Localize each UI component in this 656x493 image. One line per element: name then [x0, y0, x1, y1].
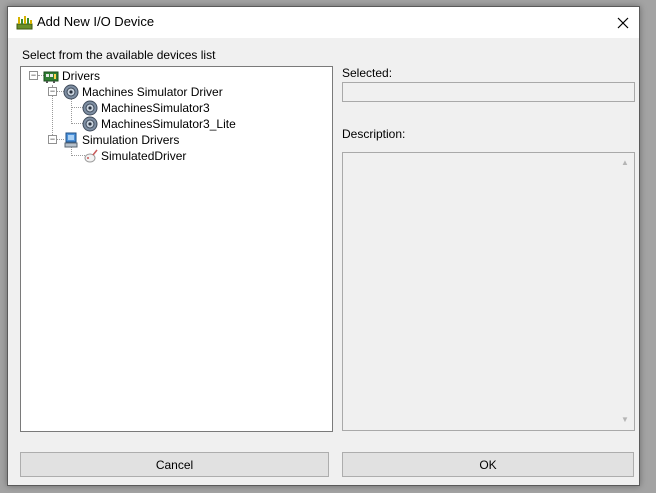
description-label: Description:	[342, 127, 406, 141]
tree-node-label: MachinesSimulator3_Lite	[101, 117, 236, 131]
tree-node-label: Simulation Drivers	[82, 133, 180, 147]
selected-label: Selected:	[342, 66, 393, 80]
close-button[interactable]	[606, 7, 639, 38]
tree-node-simulation-drivers[interactable]: Simulation Drivers	[63, 132, 179, 148]
gear-icon	[82, 100, 98, 116]
tree-node-label: Machines Simulator Driver	[82, 85, 223, 99]
expander-drivers[interactable]: −	[29, 71, 38, 80]
plug-icon	[84, 149, 98, 163]
selected-field	[342, 82, 635, 102]
tree-node-label: MachinesSimulator3	[101, 101, 210, 115]
description-field[interactable]: ▲ ▼	[342, 152, 635, 431]
expander-machines-simulator-driver[interactable]: −	[48, 87, 57, 96]
tree-node-label: SimulatedDriver	[101, 149, 187, 163]
gear-icon	[82, 116, 98, 132]
gear-icon	[63, 84, 79, 100]
add-io-device-dialog: Add New I/O Device Select from the avail…	[7, 6, 640, 486]
cancel-button[interactable]: Cancel	[20, 452, 329, 477]
expander-simulation-drivers[interactable]: −	[48, 135, 57, 144]
tree-node-machinessimulator3-lite[interactable]: MachinesSimulator3_Lite	[82, 116, 236, 132]
device-tree[interactable]: − Drivers − Machines Simulator Driver Ma…	[20, 66, 333, 432]
tree-node-drivers[interactable]: Drivers	[43, 68, 100, 84]
close-icon	[617, 17, 628, 28]
dialog-title: Add New I/O Device	[37, 14, 155, 29]
tree-node-machines-simulator-driver[interactable]: Machines Simulator Driver	[63, 84, 223, 100]
device-list-heading: Select from the available devices list	[22, 48, 216, 62]
tree-node-simulateddriver[interactable]: SimulatedDriver	[82, 148, 186, 164]
computer-icon	[64, 132, 78, 148]
drivers-icon	[43, 71, 59, 83]
scroll-down-icon[interactable]: ▼	[620, 415, 630, 425]
title-bar[interactable]: Add New I/O Device	[8, 7, 639, 38]
scroll-up-icon[interactable]: ▲	[620, 158, 630, 168]
ok-button[interactable]: OK	[342, 452, 634, 477]
tree-node-machinessimulator3[interactable]: MachinesSimulator3	[82, 100, 210, 116]
io-device-icon	[16, 16, 33, 30]
tree-node-label: Drivers	[62, 69, 100, 83]
